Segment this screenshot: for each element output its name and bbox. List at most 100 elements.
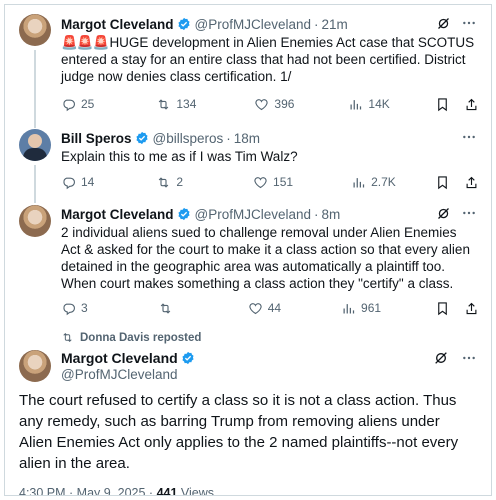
like-button[interactable]: 44	[248, 301, 281, 316]
author-name[interactable]: Margot Cleveland	[61, 207, 174, 222]
repost-icon	[158, 301, 173, 316]
main-author-name[interactable]: Margot Cleveland	[61, 350, 178, 366]
author-name[interactable]: Bill Speros	[61, 131, 132, 146]
views-icon	[341, 301, 356, 316]
reply-button[interactable]: 3	[61, 301, 88, 316]
repost-icon	[156, 97, 171, 112]
repost-icon	[61, 331, 74, 344]
bookmark-button[interactable]	[435, 301, 450, 316]
tweet-text: 🚨🚨🚨HUGE development in Alien Enemies Act…	[61, 35, 475, 84]
grok-icon[interactable]	[436, 206, 451, 221]
views-label: Views	[177, 486, 215, 496]
tweet-header: Bill Speros @billsperos · 18m	[61, 129, 477, 147]
main-author[interactable]: Margot Cleveland	[61, 350, 199, 366]
siren-emojis: 🚨🚨🚨	[61, 35, 109, 50]
like-count: 396	[274, 97, 295, 111]
tweet-text: 2 individual aliens sued to challenge re…	[61, 225, 470, 291]
repost-banner[interactable]: Donna Davis reposted	[61, 331, 201, 344]
views-button[interactable]: 2.7K	[351, 175, 396, 190]
like-icon	[253, 175, 268, 190]
views-icon	[351, 175, 366, 190]
grok-icon[interactable]	[433, 350, 449, 371]
share-button[interactable]	[464, 97, 479, 112]
avatar[interactable]	[19, 129, 51, 161]
repost-count: 2	[176, 175, 184, 189]
reply-button[interactable]: 25	[61, 97, 94, 112]
reply-count: 25	[81, 97, 95, 111]
verified-badge-icon	[135, 131, 149, 145]
tweet-text: Explain this to me as if I was Tim Walz?	[61, 149, 298, 164]
reply-count: 3	[81, 301, 88, 315]
post-time[interactable]: 8m	[322, 207, 341, 222]
reply-button[interactable]: 14	[61, 175, 94, 190]
bookmark-button[interactable]	[435, 97, 450, 112]
author-name[interactable]: Margot Cleveland	[61, 17, 174, 32]
avatar[interactable]	[19, 205, 51, 237]
verified-badge-icon	[181, 351, 195, 365]
like-icon	[248, 301, 263, 316]
main-tweet-text: The court refused to certify a class so …	[19, 392, 459, 472]
verified-badge-icon	[177, 17, 191, 31]
repost-button[interactable]: 2	[156, 175, 183, 190]
views-count: 961	[361, 301, 382, 315]
reply-icon	[61, 301, 76, 316]
share-button[interactable]	[464, 175, 479, 190]
bookmark-icon	[435, 97, 450, 112]
tweet-tools	[436, 15, 477, 31]
views-count: 14K	[368, 97, 390, 111]
author-handle[interactable]: @billsperos	[153, 131, 224, 146]
views-icon	[348, 97, 363, 112]
reply-count: 14	[81, 175, 95, 189]
tweet-meta: 4:30 PM · May 9, 2025 · 441 Views	[19, 486, 215, 496]
thread-line	[34, 165, 36, 203]
share-icon	[464, 301, 479, 316]
post-time[interactable]: 21m	[322, 17, 348, 32]
main-avatar[interactable]	[19, 350, 51, 382]
action-bar: 25 134 396 14K	[61, 95, 479, 113]
more-icon[interactable]	[461, 205, 477, 221]
main-tools	[433, 350, 477, 371]
like-button[interactable]: 396	[254, 97, 294, 112]
more-icon[interactable]	[461, 129, 477, 145]
views-button[interactable]: 14K	[348, 97, 390, 112]
grok-icon[interactable]	[436, 16, 451, 31]
share-icon	[464, 175, 479, 190]
action-bar: 14 2 151 2.7K	[61, 173, 479, 191]
avatar[interactable]	[19, 14, 51, 46]
like-count: 44	[267, 301, 282, 315]
bookmark-button[interactable]	[435, 175, 450, 190]
repost-count: 134	[176, 97, 197, 111]
main-author-handle[interactable]: @ProfMJCleveland	[61, 367, 178, 382]
bookmark-icon	[435, 301, 450, 316]
thread-line	[34, 50, 36, 128]
views-count: 2.7K	[371, 175, 396, 189]
verified-badge-icon	[177, 207, 191, 221]
repost-button[interactable]	[158, 301, 178, 316]
author-handle[interactable]: @ProfMJCleveland	[195, 207, 312, 222]
views-button[interactable]: 961	[341, 301, 381, 316]
bookmark-icon	[435, 175, 450, 190]
like-icon	[254, 97, 269, 112]
reply-icon	[61, 175, 76, 190]
repost-banner-text: Donna Davis reposted	[80, 331, 202, 344]
reply-icon	[61, 97, 76, 112]
tweet-tools	[461, 129, 477, 145]
timestamp[interactable]: 4:30 PM · May 9, 2025 ·	[19, 486, 157, 495]
repost-button[interactable]: 134	[156, 97, 196, 112]
tweet-header: Margot Cleveland @ProfMJCleveland · 21m	[61, 15, 477, 33]
share-button[interactable]	[464, 301, 479, 316]
more-icon[interactable]	[461, 350, 477, 371]
share-icon	[464, 97, 479, 112]
like-count: 151	[273, 175, 294, 189]
tweet-header: Margot Cleveland @ProfMJCleveland · 8m	[61, 205, 477, 223]
views-count: 441	[156, 486, 178, 496]
more-icon[interactable]	[461, 15, 477, 31]
like-button[interactable]: 151	[253, 175, 293, 190]
post-time[interactable]: 18m	[234, 131, 260, 146]
author-handle[interactable]: @ProfMJCleveland	[195, 17, 312, 32]
repost-icon	[156, 175, 171, 190]
tweet-tools	[436, 205, 477, 221]
thread-screenshot: Margot Cleveland @ProfMJCleveland · 21m …	[4, 4, 492, 496]
action-bar: 3 44 961	[61, 299, 479, 317]
separator-dot: ·	[226, 130, 231, 146]
